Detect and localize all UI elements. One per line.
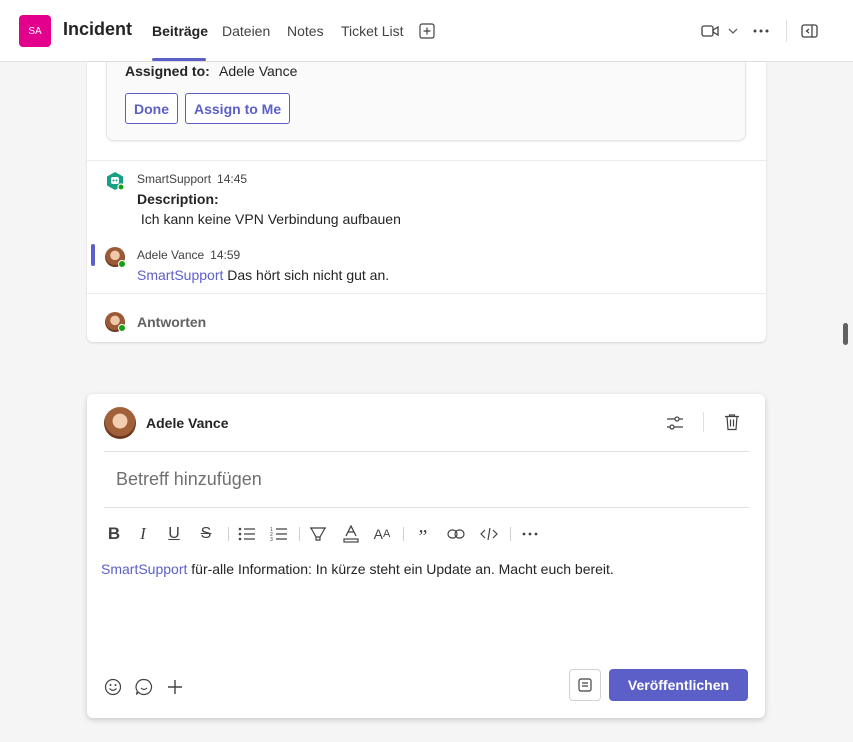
assigned-label: Assigned to:	[125, 63, 210, 79]
reply-body: Das hört sich nicht gut an.	[223, 267, 390, 283]
delete-icon[interactable]	[724, 413, 740, 431]
format-button[interactable]	[569, 669, 601, 701]
tab-dateien[interactable]: Dateien	[222, 23, 270, 39]
post-options-icon[interactable]	[666, 414, 684, 432]
body-text: für-alle Information: In kürze steht ein…	[187, 561, 614, 577]
reply-button[interactable]: Antworten	[137, 314, 206, 330]
toolbar-divider	[228, 527, 229, 541]
format-icon	[578, 678, 592, 692]
assign-to-me-button[interactable]: Assign to Me	[185, 93, 291, 124]
more-options-icon[interactable]	[753, 29, 769, 33]
publish-button[interactable]: Veröffentlichen	[609, 669, 748, 701]
active-tab-indicator	[152, 58, 206, 61]
message-meta: Adele Vance 14:59	[137, 248, 240, 262]
bold-icon[interactable]: B	[103, 523, 125, 545]
add-attachment-icon[interactable]	[165, 677, 185, 697]
message-thread: Assigned to: Adele Vance Done Assign to …	[87, 62, 766, 342]
tab-ticket-list[interactable]: Ticket List	[341, 23, 404, 39]
mention-link[interactable]: SmartSupport	[101, 561, 187, 577]
open-panel-icon[interactable]	[801, 24, 818, 38]
add-tab-icon[interactable]	[419, 23, 435, 39]
divider	[703, 412, 704, 432]
avatar	[104, 407, 136, 439]
message-body-input[interactable]: SmartSupport für-alle Information: In kü…	[101, 561, 614, 577]
divider	[104, 451, 749, 452]
message-meta: SmartSupport 14:45	[137, 172, 247, 186]
subject-input[interactable]: Betreff hinzufügen	[116, 469, 262, 490]
bullet-list-icon[interactable]	[236, 523, 258, 545]
reply-message: SmartSupport Das hört sich nicht gut an.	[137, 267, 389, 283]
author-name[interactable]: Adele Vance	[137, 248, 204, 262]
strikethrough-icon[interactable]: S	[195, 523, 217, 545]
smartsupport-bot-icon[interactable]	[105, 171, 125, 191]
toolbar-divider	[403, 527, 404, 541]
link-icon[interactable]	[445, 523, 467, 545]
divider	[87, 293, 766, 294]
highlight-icon[interactable]	[307, 523, 329, 545]
video-call-icon[interactable]	[701, 24, 719, 38]
divider	[104, 507, 749, 508]
toolbar-divider	[299, 527, 300, 541]
tab-notes[interactable]: Notes	[287, 23, 324, 39]
presence-available-icon	[118, 324, 126, 332]
svg-text:3: 3	[270, 537, 273, 542]
new-reply-indicator	[91, 244, 95, 266]
divider	[87, 160, 766, 161]
emoji-icon[interactable]	[103, 677, 123, 697]
mention-link[interactable]: SmartSupport	[137, 267, 223, 283]
done-button[interactable]: Done	[125, 93, 178, 124]
more-formatting-icon[interactable]	[519, 523, 541, 545]
description-text: Ich kann keine VPN Verbindung aufbauen	[137, 211, 401, 227]
presence-available-icon	[118, 260, 126, 268]
adaptive-card: Assigned to: Adele Vance Done Assign to …	[106, 62, 746, 141]
sticker-icon[interactable]	[134, 677, 154, 697]
channel-header: SA Incident Beiträge Dateien Notes Ticke…	[0, 0, 853, 62]
italic-icon[interactable]: I	[132, 523, 154, 545]
scrollbar-thumb[interactable]	[843, 323, 848, 345]
underline-icon[interactable]: U	[163, 523, 185, 545]
description-label: Description:	[137, 191, 219, 207]
timestamp: 14:45	[217, 172, 248, 186]
author-name[interactable]: SmartSupport	[137, 172, 211, 186]
team-avatar[interactable]: SA	[19, 15, 51, 47]
compose-box: Adele Vance Betreff hinzufügen B I U S 1…	[87, 394, 765, 718]
assigned-value: Adele Vance	[219, 63, 298, 79]
tab-beitraege[interactable]: Beiträge	[152, 23, 208, 39]
code-icon[interactable]	[478, 523, 500, 545]
chevron-down-icon[interactable]	[728, 27, 738, 35]
font-size-icon[interactable]: AA	[371, 523, 393, 545]
font-color-icon[interactable]	[340, 523, 362, 545]
numbered-list-icon[interactable]: 123	[268, 523, 290, 545]
timestamp: 14:59	[210, 248, 241, 262]
channel-title: Incident	[63, 19, 133, 39]
header-divider	[786, 20, 787, 42]
compose-author: Adele Vance	[146, 415, 229, 431]
toolbar-divider	[510, 527, 511, 541]
quote-icon[interactable]: ”	[412, 523, 434, 547]
